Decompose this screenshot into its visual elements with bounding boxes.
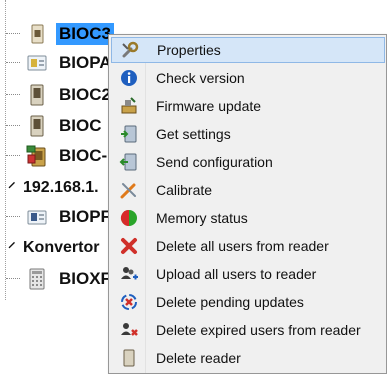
menu-item-get-settings[interactable]: Get settings bbox=[111, 121, 385, 147]
tree-group-konvertor[interactable]: ⸍ Konvertor bbox=[0, 235, 102, 261]
menu-item-check-version[interactable]: Check version bbox=[111, 65, 385, 91]
tree-branch-line bbox=[6, 125, 20, 127]
firmware-update-icon bbox=[121, 97, 137, 114]
memory-status-icon bbox=[120, 209, 137, 227]
reader-device-icon bbox=[27, 55, 47, 71]
menu-item-label: Send configuration bbox=[156, 154, 273, 170]
menu-item-label: Calibrate bbox=[156, 182, 213, 198]
menu-item-send-configuration[interactable]: Send configuration bbox=[111, 149, 385, 175]
tree-node-label[interactable]: BIOC bbox=[56, 115, 105, 137]
menu-item-label: Delete reader bbox=[156, 350, 241, 366]
tree-group-label[interactable]: Konvertor bbox=[20, 238, 102, 258]
keypad-reader-icon bbox=[29, 268, 45, 290]
reader-device-icon bbox=[31, 24, 44, 44]
menu-item-label: Delete expired users from reader bbox=[156, 322, 361, 338]
menu-item-label: Upload all users to reader bbox=[156, 266, 317, 282]
tree-branch-line bbox=[6, 94, 20, 96]
tree-node-bioc2[interactable]: BIOC2 bbox=[0, 82, 114, 108]
menu-item-label: Check version bbox=[156, 70, 245, 86]
menu-item-delete-pending-updates[interactable]: Delete pending updates bbox=[111, 289, 385, 315]
menu-item-memory-status[interactable]: Memory status bbox=[111, 205, 385, 231]
delete-expired-users-icon bbox=[121, 323, 138, 336]
menu-item-upload-all-users[interactable]: Upload all users to reader bbox=[111, 261, 385, 287]
calibrate-icon bbox=[120, 183, 136, 199]
tree-node-label[interactable]: BIOC3 bbox=[56, 23, 114, 45]
reader-device-icon bbox=[30, 84, 44, 106]
tree-node-bioc-dash[interactable]: BIOC- bbox=[0, 143, 110, 169]
tree-branch-line bbox=[6, 62, 20, 64]
menu-item-properties[interactable]: Properties bbox=[111, 37, 385, 63]
collapse-icon[interactable]: ⸍ bbox=[8, 178, 16, 198]
tree-branch-line bbox=[6, 33, 20, 35]
tree-node-bioc[interactable]: BIOC bbox=[0, 113, 105, 139]
menu-item-delete-expired-users[interactable]: Delete expired users from reader bbox=[111, 317, 385, 343]
tree-branch-line bbox=[6, 216, 20, 218]
reader-device-icon bbox=[30, 115, 44, 137]
tree-branch-line bbox=[6, 278, 20, 280]
get-settings-icon bbox=[121, 125, 137, 143]
collapse-icon[interactable]: ⸍ bbox=[8, 238, 16, 258]
tree-node-bioc3[interactable]: BIOC3 bbox=[0, 21, 114, 47]
upload-users-icon bbox=[121, 267, 138, 280]
tree-node-label[interactable]: BIOC- bbox=[56, 145, 110, 167]
delete-reader-icon bbox=[123, 349, 135, 367]
menu-item-label: Firmware update bbox=[156, 98, 262, 114]
tree-node-biopf[interactable]: BIOPF bbox=[0, 204, 114, 230]
tree-node-biopa[interactable]: BIOPA bbox=[0, 50, 115, 76]
send-configuration-icon bbox=[119, 153, 137, 171]
tree-group-label[interactable]: 192.168.1. bbox=[20, 178, 102, 198]
menu-item-delete-reader[interactable]: Delete reader bbox=[111, 345, 385, 371]
properties-icon bbox=[122, 41, 139, 58]
menu-item-label: Delete all users from reader bbox=[156, 238, 329, 254]
menu-item-calibrate[interactable]: Calibrate bbox=[111, 177, 385, 203]
delete-pending-icon bbox=[121, 294, 137, 310]
delete-users-icon bbox=[121, 238, 137, 254]
tree-node-label[interactable]: BIOXF bbox=[56, 268, 114, 290]
tree-group-ip[interactable]: ⸍ 192.168.1. bbox=[0, 175, 102, 201]
tree-node-label[interactable]: BIOPF bbox=[56, 206, 114, 228]
menu-item-delete-all-users[interactable]: Delete all users from reader bbox=[111, 233, 385, 259]
menu-item-label: Get settings bbox=[156, 126, 231, 142]
tree-branch-line bbox=[6, 155, 20, 157]
menu-item-label: Properties bbox=[157, 42, 221, 58]
tree-node-bioxf[interactable]: BIOXF bbox=[0, 266, 114, 292]
info-icon bbox=[121, 70, 137, 86]
context-menu: Properties Check version Firmware update… bbox=[108, 34, 387, 374]
menu-item-label: Memory status bbox=[156, 210, 248, 226]
tree-node-label[interactable]: BIOPA bbox=[56, 52, 115, 74]
tree-node-label[interactable]: BIOC2 bbox=[56, 84, 114, 106]
menu-item-firmware-update[interactable]: Firmware update bbox=[111, 93, 385, 119]
reader-device-icon bbox=[26, 145, 46, 167]
reader-device-icon bbox=[27, 210, 47, 225]
menu-item-label: Delete pending updates bbox=[156, 294, 304, 310]
